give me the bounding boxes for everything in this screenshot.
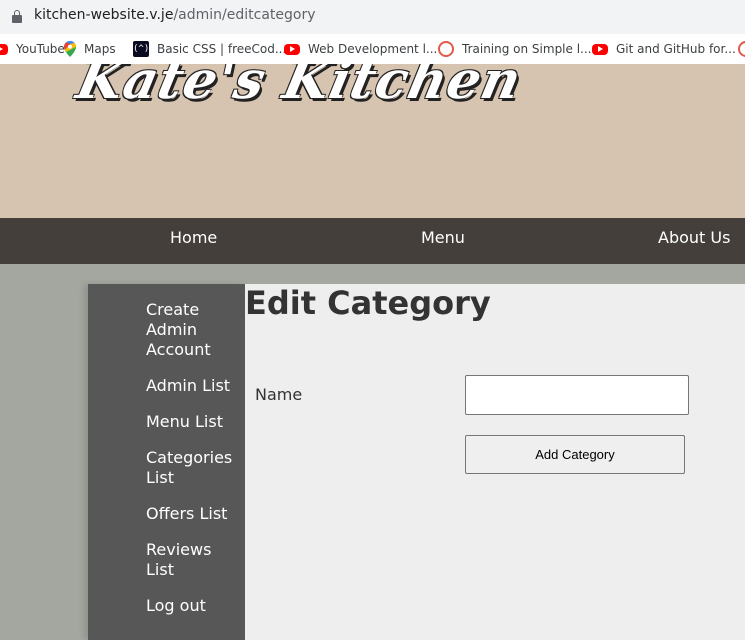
youtube-icon — [592, 43, 608, 55]
bookmark-label: Maps — [84, 42, 116, 56]
youtube-icon — [284, 43, 300, 55]
sidebar-item-menu-list[interactable]: Menu List — [146, 412, 238, 432]
bookmark-label: YouTube — [16, 42, 65, 56]
bookmark-label: Web Development l... — [308, 42, 438, 56]
url-host: kitchen-website.v.je — [34, 7, 174, 23]
youtube-icon — [0, 43, 8, 55]
bookmark-label: Git and GitHub for... — [616, 42, 736, 56]
url-text[interactable]: kitchen-website.v.je/admin/editcategory — [34, 7, 316, 23]
bookmark-maps[interactable]: Maps — [64, 34, 116, 64]
site-logo[interactable]: Kate's Kitchen — [72, 64, 528, 111]
bookmark-label: Basic CSS | freeCod... — [157, 42, 287, 56]
simplilearn-icon — [438, 41, 454, 57]
nav-menu[interactable]: Menu — [421, 218, 465, 264]
site-header: Kate's Kitchen — [0, 64, 745, 218]
bookmark-freecodecamp[interactable]: (^) Basic CSS | freeCod... — [133, 34, 286, 64]
name-input[interactable] — [465, 375, 689, 415]
sidebar-item-log-out[interactable]: Log out — [146, 596, 238, 616]
lock-icon[interactable] — [12, 10, 22, 23]
nav-about-us[interactable]: About Us — [658, 218, 730, 264]
bookmark-youtube[interactable]: YouTube — [0, 34, 65, 64]
google-maps-icon — [64, 41, 76, 57]
freecodecamp-icon: (^) — [133, 41, 149, 57]
nav-home[interactable]: Home — [170, 218, 217, 264]
sidebar-item-reviews-list[interactable]: Reviews List — [146, 540, 238, 580]
main-content: Edit Category Name Add Category — [245, 284, 745, 640]
simplilearn-icon — [738, 41, 745, 57]
sidebar-item-categories-list[interactable]: Categories List — [146, 448, 238, 488]
url-path: /admin/editcategory — [173, 7, 316, 23]
bookmark-git-github[interactable]: Git and GitHub for... — [592, 34, 736, 64]
admin-sidebar: Create Admin Account Admin List Menu Lis… — [88, 284, 245, 640]
main-nav: Home Menu About Us — [0, 218, 745, 264]
sidebar-item-offers-list[interactable]: Offers List — [146, 504, 238, 524]
bookmark-overflow[interactable] — [738, 34, 745, 64]
page-title: Edit Category — [245, 284, 491, 322]
sidebar-item-admin-list[interactable]: Admin List — [146, 376, 238, 396]
sidebar-item-create-admin-account[interactable]: Create Admin Account — [146, 300, 238, 360]
bookmark-web-development[interactable]: Web Development l... — [284, 34, 437, 64]
bookmark-label: Training on Simple l... — [462, 42, 592, 56]
name-label: Name — [255, 385, 303, 404]
bookmarks-bar: YouTube Maps (^) Basic CSS | freeCod... … — [0, 34, 745, 64]
add-category-button[interactable]: Add Category — [465, 435, 685, 474]
bookmark-simplilearn[interactable]: Training on Simple l... — [438, 34, 592, 64]
address-bar[interactable]: kitchen-website.v.je/admin/editcategory — [0, 0, 745, 34]
